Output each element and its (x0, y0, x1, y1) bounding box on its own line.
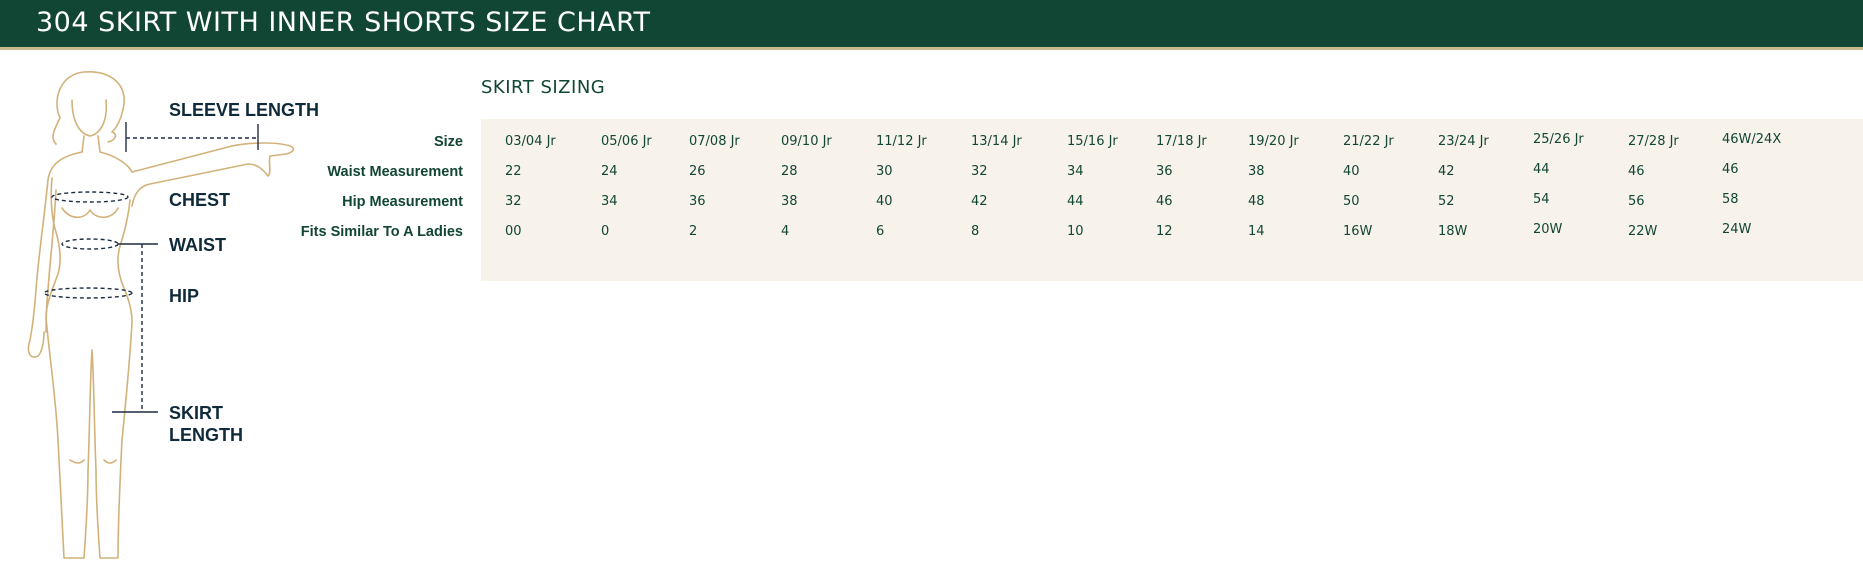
table-cell: 22W (1628, 224, 1658, 239)
table-cell: 34 (1067, 164, 1084, 179)
table-cell: 27/28 Jr (1628, 134, 1679, 149)
sleeve-length-label: SLEEVE LENGTH (169, 100, 320, 120)
table-cell: 46 (1722, 162, 1739, 177)
table-cell: 42 (971, 194, 988, 209)
table-cell: 6 (876, 224, 885, 239)
table-cell: 18W (1438, 224, 1468, 239)
table-cell: 44 (1067, 194, 1084, 209)
section-title: SKIRT SIZING (481, 77, 606, 98)
table-cell: 22 (505, 164, 522, 179)
table-cell: 05/06 Jr (601, 134, 652, 149)
table-cell: 54 (1533, 192, 1550, 207)
table-cell: 24W (1722, 222, 1752, 237)
table-cell: 28 (781, 164, 798, 179)
table-cell: 16W (1343, 224, 1373, 239)
waist-label: WAIST (169, 235, 226, 255)
table-cell: 20W (1533, 222, 1563, 237)
table-cell: 40 (1343, 164, 1360, 179)
table-cell: 09/10 Jr (781, 134, 832, 149)
table-cell: 46 (1156, 194, 1173, 209)
table-cell: 32 (971, 164, 988, 179)
table-cell: 15/16 Jr (1067, 134, 1118, 149)
table-cell: 38 (1248, 164, 1265, 179)
table-cell: 4 (781, 224, 790, 239)
row-label-waist: Waist Measurement (327, 164, 463, 180)
page-title: 304 SKIRT WITH INNER SHORTS SIZE CHART (36, 7, 651, 38)
chest-label: CHEST (169, 190, 231, 210)
table-cell: 36 (689, 194, 706, 209)
table-cell: 36 (1156, 164, 1173, 179)
table-cell: 26 (689, 164, 706, 179)
table-cell: 03/04 Jr (505, 134, 556, 149)
row-label-fits-similar: Fits Similar To A Ladies (300, 224, 463, 240)
table-cell: 58 (1722, 192, 1739, 207)
measurement-figure: SLEEVE LENGTH CHEST WAIST HIP SKIRT LENG… (0, 60, 330, 570)
table-cell: 14 (1248, 224, 1265, 239)
row-label-size: Size (433, 134, 463, 150)
table-cell: 52 (1438, 194, 1455, 209)
table-cell: 21/22 Jr (1343, 134, 1394, 149)
table-cell: 12 (1156, 224, 1173, 239)
table-cell: 50 (1343, 194, 1360, 209)
row-labels: Size Waist Measurement Hip Measurement F… (290, 129, 463, 249)
page-header: 304 SKIRT WITH INNER SHORTS SIZE CHART (0, 0, 1863, 50)
table-cell: 25/26 Jr (1533, 132, 1584, 147)
table-cell: 19/20 Jr (1248, 134, 1299, 149)
table-cell: 07/08 Jr (689, 134, 740, 149)
table-cell: 00 (505, 224, 522, 239)
hip-label: HIP (169, 286, 200, 306)
table-cell: 38 (781, 194, 798, 209)
row-label-hip: Hip Measurement (342, 194, 463, 210)
skirt-length-label-line1: SKIRT (169, 403, 223, 423)
table-cell: 2 (689, 224, 698, 239)
table-cell: 24 (601, 164, 618, 179)
skirt-length-label-line2: LENGTH (169, 425, 243, 445)
table-cell: 10 (1067, 224, 1084, 239)
table-cell: 13/14 Jr (971, 134, 1022, 149)
table-cell: 17/18 Jr (1156, 134, 1207, 149)
table-cell: 11/12 Jr (876, 134, 927, 149)
table-cell: 40 (876, 194, 893, 209)
table-cell: 34 (601, 194, 618, 209)
female-figure-illustration (27, 71, 295, 559)
table-cell: 8 (971, 224, 980, 239)
table-cell: 23/24 Jr (1438, 134, 1489, 149)
table-cell: 32 (505, 194, 522, 209)
table-cell: 42 (1438, 164, 1455, 179)
table-cell: 46W/24X (1722, 132, 1782, 147)
table-cell: 46 (1628, 164, 1645, 179)
table-cell: 44 (1533, 162, 1550, 177)
table-cell: 48 (1248, 194, 1265, 209)
table-cell: 30 (876, 164, 893, 179)
table-cell: 56 (1628, 194, 1645, 209)
table-cell: 0 (601, 224, 610, 239)
